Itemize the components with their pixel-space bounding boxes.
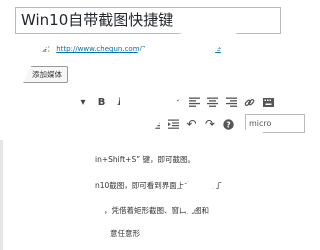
permalink-row: 永久链接： http://www.chegun.com/?p=78568 tru… [19, 44, 221, 54]
font-family-select[interactable]: micro [245, 114, 305, 133]
bullet-list-icon[interactable] [131, 94, 147, 110]
align-left-icon[interactable] [186, 94, 202, 110]
permalink-link[interactable]: http://www.chegun.com/?p=78568 [56, 45, 178, 53]
bold-icon[interactable]: B [94, 94, 110, 110]
editor-toolbar-row-1: ▾ B I ❝ [75, 94, 279, 110]
help-icon[interactable]: ? [221, 116, 237, 132]
editor-toolbar-row-2: Ω ↶ ↷ ? [128, 116, 239, 132]
numbered-list-icon[interactable] [149, 94, 165, 110]
link-icon[interactable] [242, 94, 258, 110]
toolbar-toggle-icon[interactable] [260, 94, 276, 110]
content-line-4: 意任意形 [110, 229, 140, 238]
blockquote-icon[interactable]: ❝ [168, 94, 184, 110]
permalink-suffix: true [206, 45, 221, 53]
redo-icon[interactable]: ↷ [202, 116, 218, 132]
svg-text:?: ? [226, 120, 231, 129]
permalink-label: 永久链接： [19, 45, 54, 53]
undo-icon[interactable]: ↶ [184, 116, 200, 132]
content-line-1: in+Shift+S” 键，即可截图。 [95, 155, 195, 164]
post-title-input[interactable]: Win10自带截图快捷键 [15, 7, 281, 34]
italic-icon[interactable]: I [112, 94, 128, 110]
left-edge-shadow [0, 140, 3, 250]
align-center-icon[interactable] [205, 94, 221, 110]
align-right-icon[interactable] [223, 94, 239, 110]
outdent-icon[interactable] [147, 116, 163, 132]
format-dropdown-icon[interactable]: ▾ [75, 94, 91, 110]
indent-icon[interactable] [165, 116, 181, 132]
content-line-2: n10截图，即可看到界面上方的截图丁 [95, 181, 222, 190]
add-media-button[interactable]: 添加媒体 [20, 66, 68, 83]
content-line-3: ，凭借着矩形截图、窗口截图和 [104, 206, 209, 215]
add-media-label: 添加媒体 [32, 70, 62, 79]
special-character-icon[interactable]: Ω [128, 116, 144, 132]
